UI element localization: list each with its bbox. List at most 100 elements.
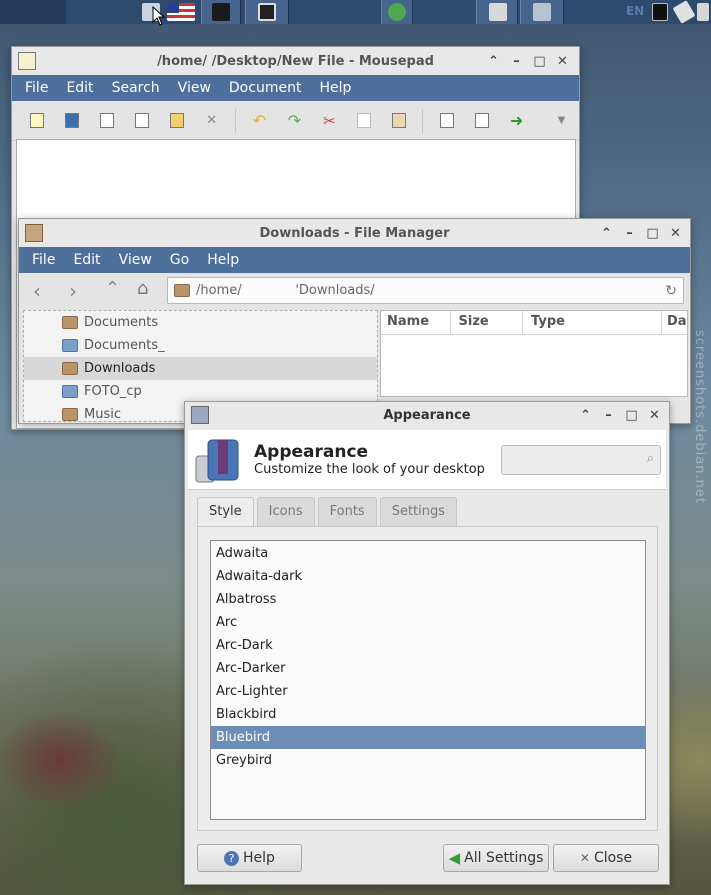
- mousepad-window-controls: ⌃ – □ ✕: [483, 51, 573, 71]
- menu-file[interactable]: File: [16, 80, 57, 96]
- theme-item-arc-lighter[interactable]: Arc-Lighter: [211, 680, 645, 703]
- save-as-button[interactable]: [90, 106, 125, 136]
- appearance-heading: Appearance: [254, 442, 369, 462]
- taskbar-button-mousepad[interactable]: [245, 0, 289, 24]
- close-dialog-button[interactable]: ✕ Close: [553, 844, 659, 872]
- back-icon[interactable]: ‹: [33, 279, 41, 303]
- tree-item-documents[interactable]: Documents: [62, 311, 158, 333]
- taskbar-button-terminal[interactable]: [201, 0, 241, 24]
- menu-file[interactable]: File: [23, 252, 64, 268]
- toolbar-overflow-button[interactable]: ▼: [544, 106, 579, 136]
- shade-button[interactable]: ⌃: [575, 405, 596, 425]
- appearance-titlebar[interactable]: Appearance ⌃ – □ ✕: [185, 402, 669, 429]
- up-icon[interactable]: ⌃: [105, 278, 120, 299]
- tree-item-music[interactable]: Music: [62, 403, 121, 421]
- save-all-button[interactable]: [125, 106, 160, 136]
- cut-button[interactable]: ✂: [312, 106, 347, 136]
- mousepad-titlebar[interactable]: /home/ /Desktop/New File - Mousepad ⌃ – …: [12, 47, 579, 75]
- copy-button[interactable]: [347, 106, 382, 136]
- top-panel: EN: [0, 0, 711, 26]
- go-to-line-button[interactable]: ➜: [499, 106, 534, 136]
- all-settings-button[interactable]: ◀ All Settings: [443, 844, 549, 872]
- mousepad-toolbar: ✕ ↶ ↷ ✂ ➜ ▼: [12, 101, 579, 141]
- save-button[interactable]: [55, 106, 90, 136]
- menu-view[interactable]: View: [110, 252, 161, 268]
- tab-settings[interactable]: Settings: [379, 497, 458, 526]
- folder-icon: [62, 338, 78, 352]
- theme-item-greybird[interactable]: Greybird: [211, 749, 645, 772]
- find-button[interactable]: [429, 106, 464, 136]
- copy-icon: [357, 113, 372, 128]
- new-document-button[interactable]: [20, 106, 55, 136]
- column-type[interactable]: Type: [523, 311, 662, 334]
- network-icon[interactable]: [672, 0, 696, 24]
- location-bar[interactable]: /home/ 'Downloads/ ↻: [167, 277, 684, 304]
- close-document-button[interactable]: ✕: [194, 106, 229, 136]
- go-to-icon: ➜: [509, 111, 524, 130]
- theme-item-blackbird[interactable]: Blackbird: [211, 703, 645, 726]
- search-input[interactable]: ⌕: [501, 445, 661, 475]
- theme-item-arc[interactable]: Arc: [211, 611, 645, 634]
- menu-edit[interactable]: Edit: [64, 252, 109, 268]
- filemanager-titlebar[interactable]: Downloads - File Manager ⌃ – □ ✕: [19, 219, 690, 247]
- filemanager-window: Downloads - File Manager ⌃ – □ ✕ File Ed…: [18, 218, 691, 424]
- file-list-view[interactable]: Name Size Type Da: [380, 310, 688, 397]
- tree-item-documents-underscore[interactable]: Documents_: [62, 334, 165, 356]
- find-icon: [439, 113, 454, 128]
- help-label: Help: [243, 850, 275, 866]
- taskbar-button-filemanager[interactable]: [476, 0, 518, 24]
- menu-go[interactable]: Go: [161, 252, 198, 268]
- maximize-button[interactable]: □: [621, 405, 642, 425]
- tree-item-downloads[interactable]: Downloads: [62, 357, 155, 379]
- redo-icon: ↷: [287, 111, 302, 130]
- column-name[interactable]: Name: [381, 311, 451, 334]
- power-icon[interactable]: [697, 3, 709, 21]
- theme-item-adwaita-dark[interactable]: Adwaita-dark: [211, 565, 645, 588]
- tree-item-foto-cp[interactable]: FOTO_cp: [62, 380, 142, 402]
- reload-button[interactable]: [159, 106, 194, 136]
- theme-item-adwaita[interactable]: Adwaita: [211, 542, 645, 565]
- undo-button[interactable]: ↶: [242, 106, 277, 136]
- menu-help[interactable]: Help: [310, 80, 360, 96]
- menu-document[interactable]: Document: [220, 80, 311, 96]
- appearance-window-title: Appearance: [383, 408, 471, 423]
- shade-button[interactable]: ⌃: [483, 51, 504, 71]
- theme-item-albatross[interactable]: Albatross: [211, 588, 645, 611]
- battery-icon[interactable]: [652, 3, 668, 21]
- find-replace-button[interactable]: [464, 106, 499, 136]
- theme-item-arc-dark[interactable]: Arc-Dark: [211, 634, 645, 657]
- filemanager-title: Downloads - File Manager: [259, 225, 450, 241]
- home-icon[interactable]: ⌂: [137, 278, 148, 299]
- help-button[interactable]: ? Help: [197, 844, 302, 872]
- close-button[interactable]: ✕: [552, 51, 573, 71]
- close-button[interactable]: ✕: [644, 405, 665, 425]
- shirt-icon: [195, 439, 239, 483]
- minimize-button[interactable]: –: [619, 223, 640, 243]
- menu-view[interactable]: View: [169, 80, 220, 96]
- close-button[interactable]: ✕: [665, 223, 686, 243]
- menu-help[interactable]: Help: [198, 252, 248, 268]
- maximize-button[interactable]: □: [642, 223, 663, 243]
- menu-search[interactable]: Search: [103, 80, 169, 96]
- keyboard-flag-icon[interactable]: [167, 3, 195, 21]
- keyboard-layout-indicator[interactable]: EN: [626, 4, 644, 18]
- paste-button[interactable]: [382, 106, 417, 136]
- refresh-icon[interactable]: ↻: [665, 283, 677, 299]
- taskbar-button-app[interactable]: [381, 0, 413, 24]
- forward-icon[interactable]: ›: [69, 279, 77, 303]
- tab-icons[interactable]: Icons: [256, 497, 315, 526]
- menu-edit[interactable]: Edit: [57, 80, 102, 96]
- minimize-button[interactable]: –: [598, 405, 619, 425]
- redo-button[interactable]: ↷: [277, 106, 312, 136]
- column-date[interactable]: Da: [662, 311, 687, 334]
- theme-item-bluebird[interactable]: Bluebird: [211, 726, 645, 749]
- theme-item-arc-darker[interactable]: Arc-Darker: [211, 657, 645, 680]
- shade-button[interactable]: ⌃: [596, 223, 617, 243]
- taskbar-button-appearance[interactable]: [520, 0, 564, 24]
- minimize-button[interactable]: –: [506, 51, 527, 71]
- maximize-button[interactable]: □: [529, 51, 550, 71]
- column-size[interactable]: Size: [451, 311, 524, 334]
- tab-fonts[interactable]: Fonts: [317, 497, 377, 526]
- theme-list[interactable]: Adwaita Adwaita-dark Albatross Arc Arc-D…: [210, 540, 646, 820]
- tab-style[interactable]: Style: [197, 497, 254, 526]
